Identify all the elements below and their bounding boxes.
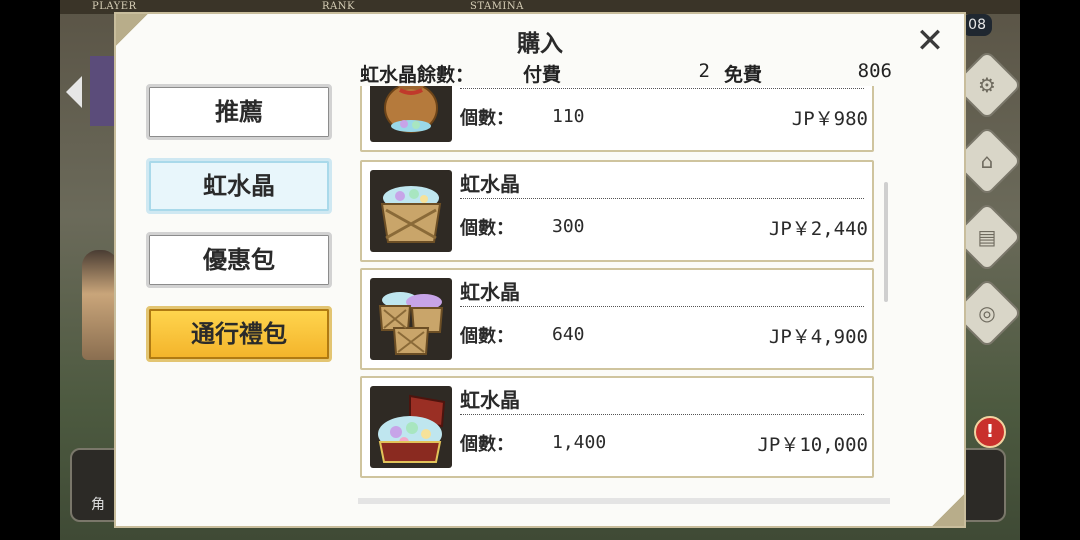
dialog-title: 購入 xyxy=(517,31,563,57)
divider xyxy=(460,306,864,307)
balance-label: 虹水晶餘數： xyxy=(360,64,475,86)
quantity-value: 640 xyxy=(552,324,585,345)
scrollbar-thumb[interactable] xyxy=(884,182,888,302)
counter-badge: 08 xyxy=(962,14,992,36)
quantity-label: 個數： xyxy=(460,434,514,455)
product-item[interactable]: 虹水晶 個數： 1,400 JP￥10,000 xyxy=(360,376,874,478)
product-name: 虹水晶 xyxy=(460,172,520,196)
rank-label: RANK xyxy=(322,1,355,12)
product-name: 虹水晶 xyxy=(460,388,520,412)
purchase-dialog: 購入 ✕ 虹水晶餘數： 付費 2 免費 806 推薦 虹水晶 優惠包 通行禮包 xyxy=(114,12,966,528)
tab-discount-pack[interactable]: 優惠包 xyxy=(146,232,332,288)
player-label: PLAYER xyxy=(92,1,137,12)
left-arrow-icon[interactable] xyxy=(66,76,82,108)
stamina-label: STAMINA xyxy=(470,1,524,12)
crystal-balance: 虹水晶餘數： 付費 2 免費 806 xyxy=(360,60,892,86)
tab-rainbow-crystal[interactable]: 虹水晶 xyxy=(146,158,332,214)
price: JP￥980 xyxy=(791,108,868,130)
corner-ornament xyxy=(916,478,964,526)
quantity-value: 110 xyxy=(552,106,585,127)
free-label: 免費 xyxy=(724,64,763,86)
crystal-chest-icon xyxy=(370,386,452,468)
product-item[interactable]: 個數： 110 JP￥980 xyxy=(360,86,874,152)
close-icon[interactable]: ✕ xyxy=(912,24,948,60)
price: JP￥10,000 xyxy=(757,434,868,456)
product-item[interactable]: 虹水晶 個數： 640 JP￥4,900 xyxy=(360,268,874,370)
quantity-label: 個數： xyxy=(460,326,514,347)
divider xyxy=(460,198,864,199)
quantity-value: 1,400 xyxy=(552,432,607,453)
tab-pass-pack[interactable]: 通行禮包 xyxy=(146,306,332,362)
quantity-label: 個數： xyxy=(460,108,514,129)
product-list[interactable]: 個數： 110 JP￥980 虹水晶 個數： 300 JP￥2,440 虹水晶 … xyxy=(358,86,890,504)
character-card xyxy=(90,56,114,126)
product-item[interactable]: 虹水晶 個數： 300 JP￥2,440 xyxy=(360,160,874,262)
crystal-crate-icon xyxy=(370,170,452,252)
divider xyxy=(460,414,864,415)
price: JP￥4,900 xyxy=(768,326,868,348)
scrollbar[interactable] xyxy=(880,86,890,498)
free-value: 806 xyxy=(857,60,892,82)
divider xyxy=(460,88,864,89)
quantity-value: 300 xyxy=(552,216,585,237)
crystal-bag-icon xyxy=(370,86,452,142)
paid-value: 2 xyxy=(698,60,710,82)
quantity-label: 個數： xyxy=(460,218,514,239)
product-name: 虹水晶 xyxy=(460,280,520,304)
price: JP￥2,440 xyxy=(768,218,868,240)
alert-icon[interactable]: ! xyxy=(974,416,1006,448)
crystal-crates-icon xyxy=(370,278,452,360)
paid-label: 付費 xyxy=(523,64,562,86)
character-sprite xyxy=(82,250,118,360)
tab-recommended[interactable]: 推薦 xyxy=(146,84,332,140)
